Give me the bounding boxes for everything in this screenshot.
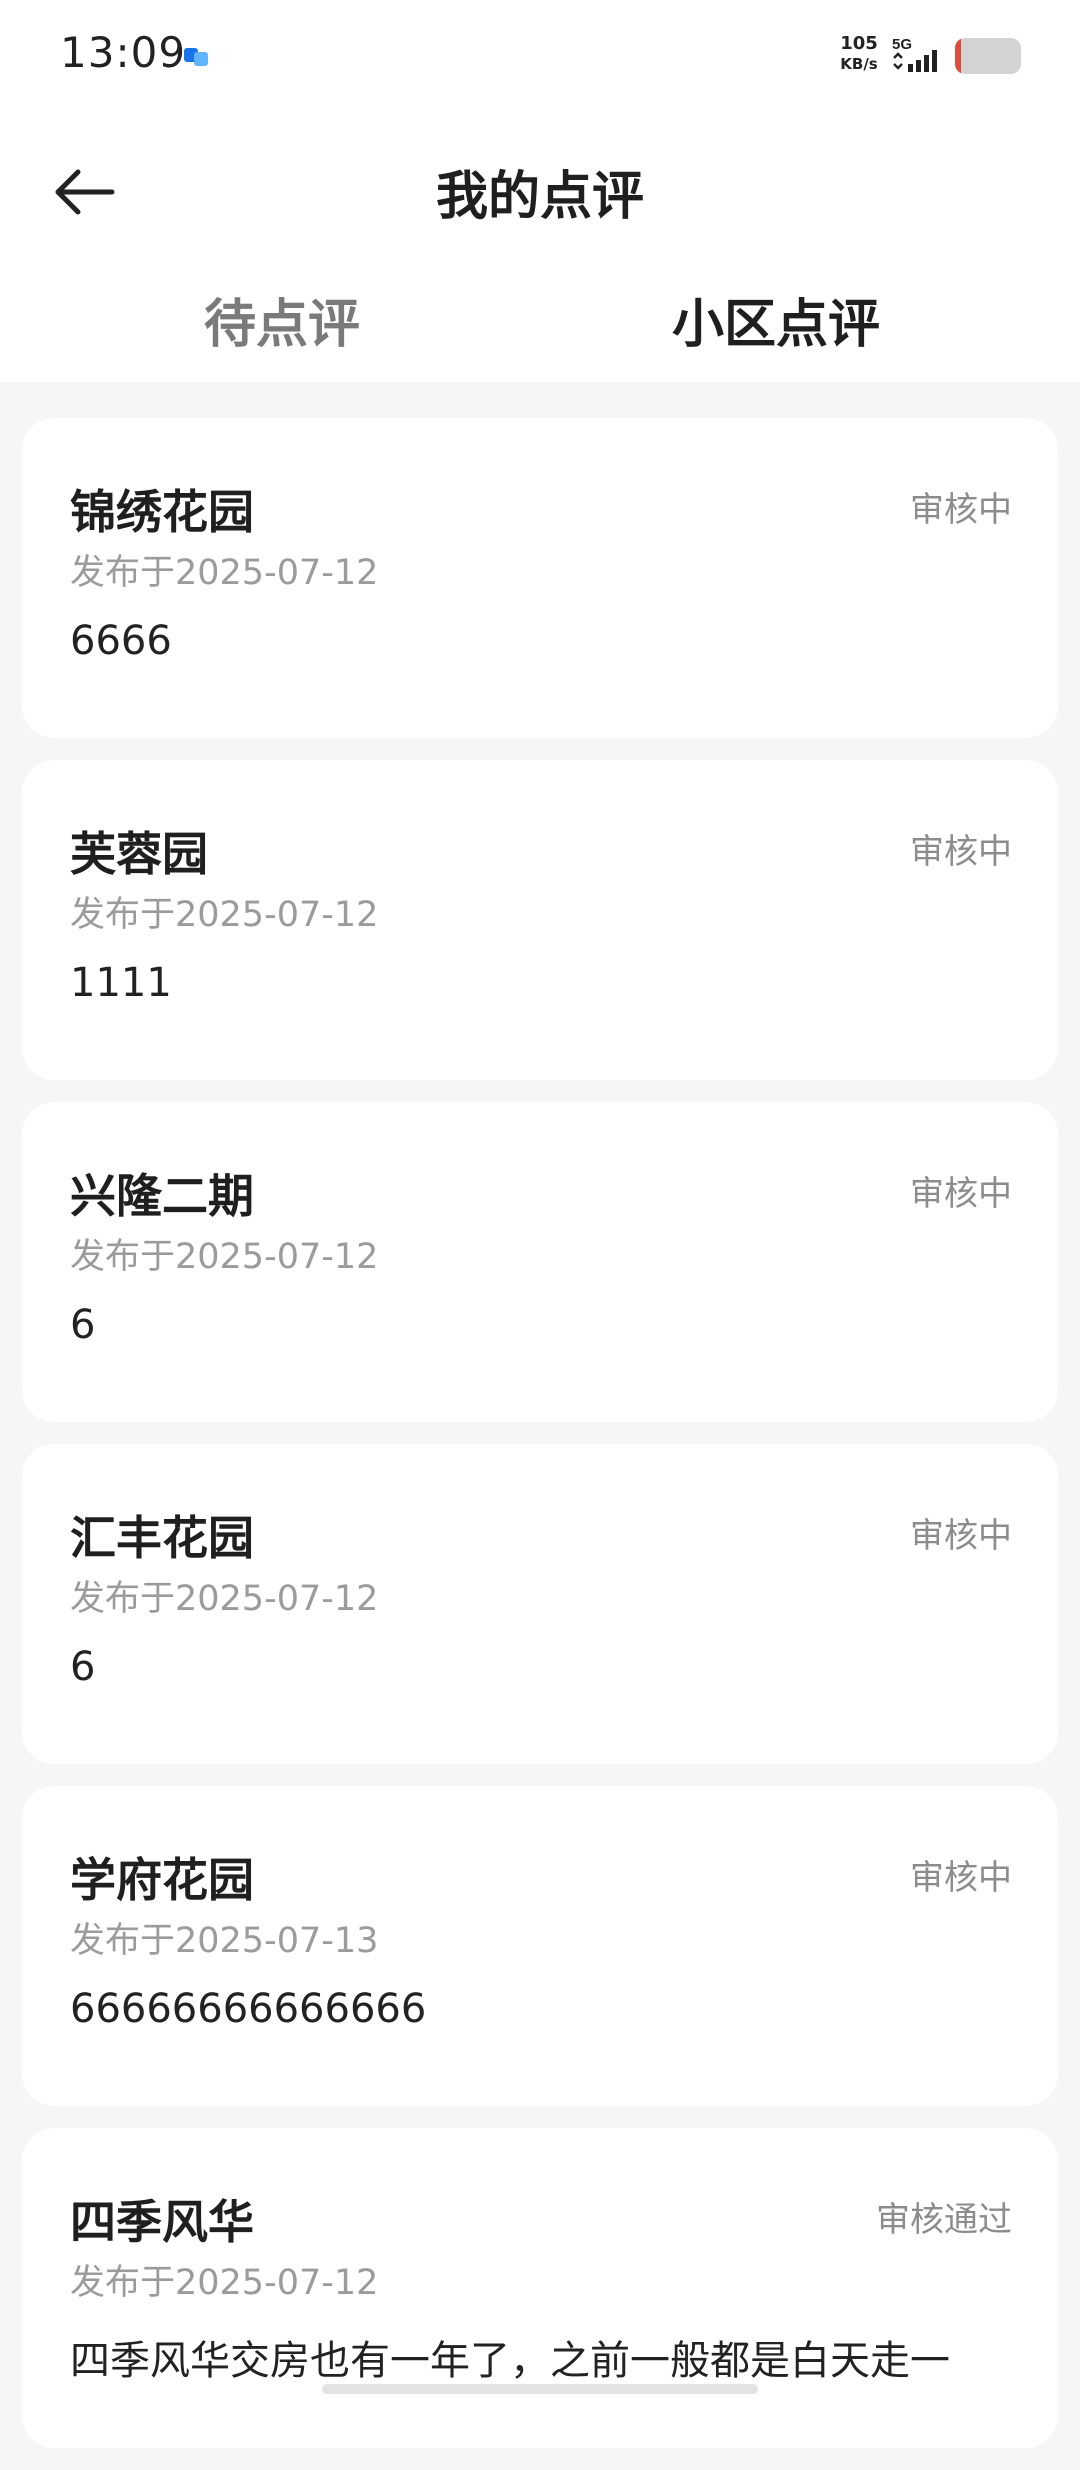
review-card[interactable]: 汇丰花园 审核中 发布于2025-07-12 6 [22,1444,1058,1764]
page-title: 我的点评 [435,167,644,227]
review-date: 发布于2025-07-12 [70,2263,379,2303]
review-date: 发布于2025-07-12 [70,895,379,935]
review-date: 发布于2025-07-12 [70,1237,379,1277]
review-status: 审核中 [910,1174,1012,1214]
review-list: 锦绣花园 审核中 发布于2025-07-12 6666 芙蓉园 审核中 发布于2… [22,418,1058,2470]
review-community-name: 锦绣花园 [70,485,254,539]
review-content: 6 [70,1644,96,1690]
review-card[interactable]: 芙蓉园 审核中 发布于2025-07-12 1111 [22,760,1058,1080]
review-card[interactable]: 锦绣花园 审核中 发布于2025-07-12 6666 [22,418,1058,738]
tab-community-reviews[interactable]: 小区点评 [672,282,880,357]
status-bar: 13:09 105 KB/s 5G [0,0,1080,112]
review-card[interactable]: 学府花园 审核中 发布于2025-07-13 66666666666666 [22,1786,1058,2106]
network-type-label: 5G [892,36,912,53]
review-date: 发布于2025-07-13 [70,1921,379,1961]
review-status: 审核中 [910,1516,1012,1556]
network-speed-value: 105 [840,33,878,54]
review-community-name: 学府花园 [70,1853,254,1907]
review-status: 审核中 [910,1858,1012,1898]
review-content: 66666666666666 [70,1986,427,2032]
battery-level [955,38,961,74]
review-content: 6666 [70,618,172,664]
review-community-name: 芙蓉园 [70,827,208,881]
review-community-name: 四季风华 [70,2195,254,2249]
tab-bar: 待点评 小区点评 [0,282,1080,464]
tab-pending-reviews[interactable]: 待点评 [204,282,360,357]
review-content: 1111 [70,960,172,1006]
review-content: 6 [70,1302,96,1348]
review-status: 审核通过 [876,2200,1012,2240]
review-community-name: 汇丰花园 [70,1511,254,1565]
app-notification-icon [182,42,212,72]
review-status: 审核中 [910,832,1012,872]
battery-icon [955,38,1021,74]
header: 我的点评 待点评 小区点评 [0,112,1080,464]
home-indicator[interactable] [322,2384,758,2394]
network-speed: 105 KB/s [834,34,884,74]
signal-icon: 5G [890,34,950,76]
review-content: 四季风华交房也有一年了，之前一般都是白天走一 [70,2338,950,2384]
review-card[interactable]: 四季风华 审核通过 发布于2025-07-12 四季风华交房也有一年了，之前一般… [22,2128,1058,2448]
review-card[interactable]: 兴隆二期 审核中 发布于2025-07-12 6 [22,1102,1058,1422]
status-time: 13:09 [60,28,187,77]
network-speed-unit: KB/s [840,55,878,73]
review-date: 发布于2025-07-12 [70,553,379,593]
review-date: 发布于2025-07-12 [70,1579,379,1619]
review-status: 审核中 [910,490,1012,530]
review-community-name: 兴隆二期 [70,1169,254,1223]
